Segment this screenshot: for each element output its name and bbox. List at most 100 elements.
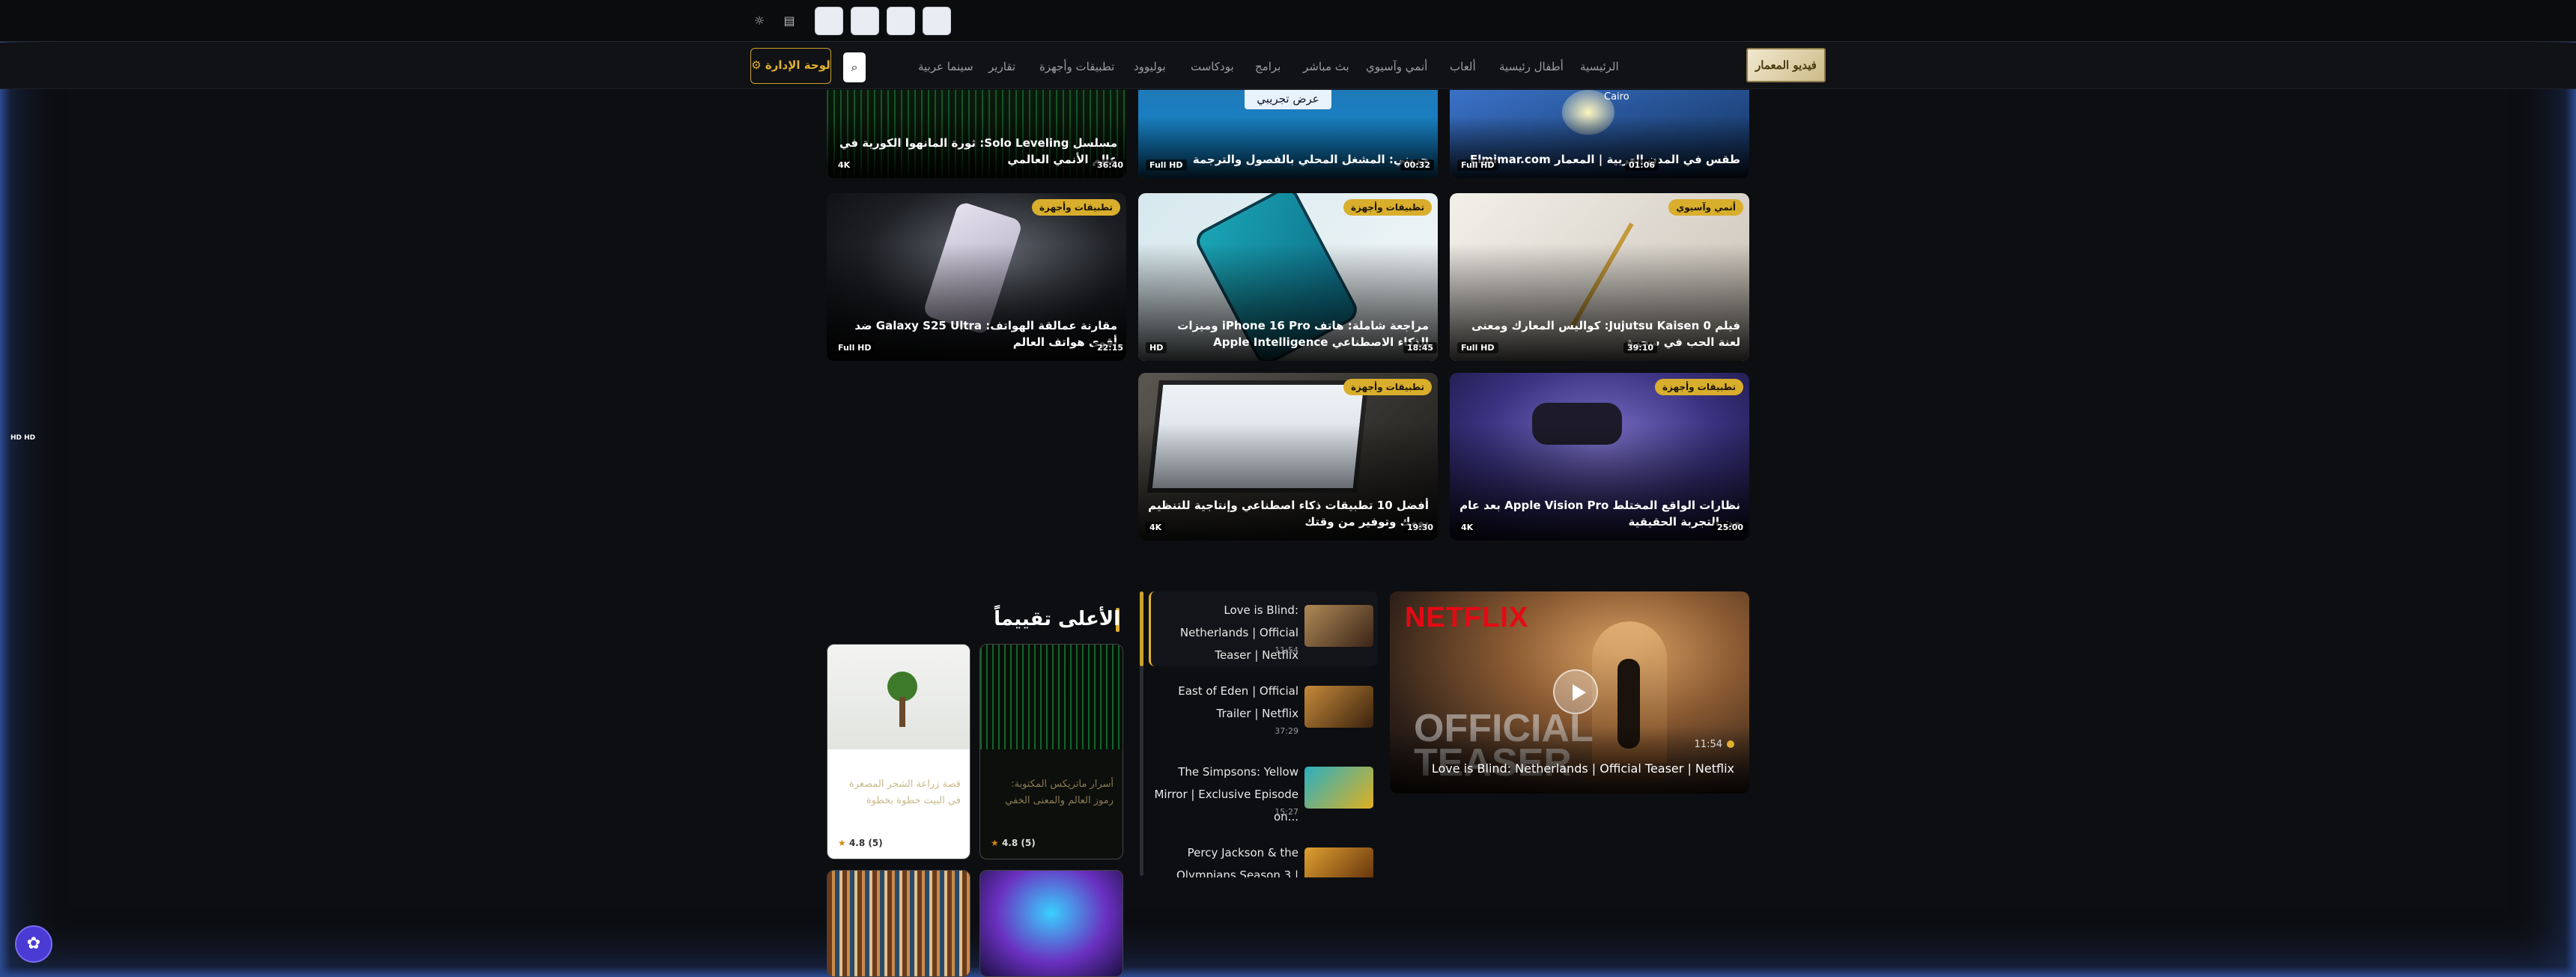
tile-rating: ★ 4.8 (5) <box>991 838 1036 848</box>
playlist-item[interactable]: The Simpsons: Yellow Mirror | Exclusive … <box>1149 753 1378 828</box>
play-button[interactable] <box>1553 669 1598 714</box>
video-card[interactable]: تطبيقات وأجهزة نظارات الواقع المختلط App… <box>1450 373 1749 541</box>
playlist-title: Percy Jackson & the Olympians Season 3 |… <box>1176 846 1298 877</box>
nav-item-kids[interactable]: أطفال رئيسية <box>1499 60 1564 73</box>
action-button-4[interactable] <box>923 7 951 35</box>
nav-item-arab-cinema[interactable]: سينما عربية <box>918 60 973 73</box>
matrix-thumbnail <box>980 645 1123 749</box>
star-icon: ★ <box>991 838 999 848</box>
playlist-duration: 15:27 <box>1275 807 1298 817</box>
playlist-thumbnail <box>1304 605 1373 647</box>
nav-item-games[interactable]: ألعاب <box>1450 60 1476 73</box>
quality-badge: HD <box>1146 342 1167 353</box>
playlist-item[interactable]: Love is Blind: Netherlands | Official Te… <box>1149 591 1378 666</box>
card-title: نظارات الواقع المختلط Apple Vision Pro ب… <box>1459 499 1740 529</box>
rated-tile[interactable]: قصة زراعة الشجر المصغرة في البيت خطوة بخ… <box>827 644 970 859</box>
duration-badge: 01:06 <box>1625 159 1659 171</box>
rated-tile[interactable] <box>827 870 970 977</box>
playlist-title: Love is Blind: Netherlands | Official Te… <box>1179 603 1298 662</box>
main-nav <box>0 43 2576 89</box>
card-title: مراجعة شاملة: هاتف iPhone 16 Pro وميزات … <box>1177 319 1429 349</box>
duration-badge: 25:00 <box>1713 522 1748 533</box>
nav-item-anime[interactable]: أنمي وآسيوي <box>1366 60 1427 73</box>
search-icon: ⌕ <box>851 60 858 74</box>
card-title: فيلم Jujutsu Kaisen 0: كواليس المعارك وم… <box>1471 319 1740 349</box>
tile-text: قصة زراعة الشجر المصغرة في البيت خطوة بخ… <box>848 779 961 806</box>
quality-badge: Full HD <box>1457 159 1498 171</box>
sun-icon[interactable]: ☼ <box>752 13 767 28</box>
video-player[interactable]: NETFLIX OFFICIAL TEASER 11:54 Love is Bl… <box>1390 591 1749 794</box>
action-button-2[interactable] <box>851 7 879 35</box>
demo-banner: عرض تجريبي <box>1245 90 1331 109</box>
nav-item-podcast[interactable]: بودكاست <box>1191 60 1234 73</box>
duration-badge: 19:30 <box>1403 522 1438 533</box>
duration-badge: 18:45 <box>1403 342 1438 353</box>
playlist: Love is Blind: Netherlands | Official Te… <box>1140 591 1378 877</box>
card-title: مسلسل Solo Leveling: ثورة المانهوا الكور… <box>839 136 1117 166</box>
section-title: الأعلى تقييماً <box>994 608 1120 630</box>
playlist-title: The Simpsons: Yellow Mirror | Exclusive … <box>1154 765 1298 824</box>
brand-logo: NETFLIX <box>1405 602 1529 633</box>
player-title: Love is Blind: Netherlands | Official Te… <box>1431 761 1734 776</box>
video-card[interactable]: تطبيقات وأجهزة أفضل 10 تطبيقات ذكاء اصطن… <box>1138 373 1438 541</box>
playlist-title: East of Eden | Official Trailer | Netfli… <box>1178 684 1298 720</box>
playlist-duration: 11:54 <box>1275 645 1298 655</box>
category-badge: تطبيقات وأجهزة <box>1343 199 1432 216</box>
video-card[interactable]: مسلسل Solo Leveling: ثورة المانهوا الكور… <box>827 90 1126 178</box>
search-button[interactable]: ⌕ <box>843 52 866 82</box>
playlist-thumbnail <box>1304 767 1373 809</box>
player-duration: 11:54 <box>1694 739 1722 750</box>
utility-bar: ☼ ▤ <box>0 0 2576 42</box>
video-card[interactable]: Cairo طقس في المدن العربية | المعمار Elm… <box>1450 90 1749 178</box>
edge-glow <box>0 0 10 977</box>
playlist-item[interactable]: Percy Jackson & the Olympians Season 3 |… <box>1149 834 1378 877</box>
tile-rating: ★ 4.8 (5) <box>838 838 883 848</box>
duration-badge: 39:10 <box>1623 342 1658 353</box>
playlist-thumbnail <box>1304 847 1373 877</box>
layout-icon[interactable]: ▤ <box>782 13 797 28</box>
action-button-3[interactable] <box>887 7 915 35</box>
category-badge: تطبيقات وأجهزة <box>1031 199 1120 216</box>
settings-button[interactable]: ✿ <box>15 925 52 963</box>
nav-item-apps[interactable]: تطبيقات وأجهزة <box>1039 60 1114 73</box>
site-logo[interactable]: فيديو المعمار <box>1746 48 1826 82</box>
nav-item-reports[interactable]: تقارير <box>988 60 1015 73</box>
category-badge: تطبيقات وأجهزة <box>1343 379 1432 395</box>
city-label: Cairo <box>1604 91 1629 103</box>
duration-badge: 22:15 <box>1093 342 1126 353</box>
quality-badge: Full HD <box>834 342 875 353</box>
playlist-thumbnail <box>1304 686 1373 728</box>
admin-dashboard-button[interactable]: ⚙ لوحة الإدارة <box>750 48 831 84</box>
rated-tile[interactable]: أسرار ماتريكس المكتوبة: رموز العالم والم… <box>979 644 1123 859</box>
tile-text: أسرار ماتريكس المكتوبة: رموز العالم والم… <box>1005 779 1114 806</box>
player-shade <box>1390 726 1749 794</box>
edge-glow <box>2566 0 2576 977</box>
video-card[interactable]: تطبيقات وأجهزة مراجعة شاملة: هاتف iPhone… <box>1138 193 1438 361</box>
action-button-1[interactable] <box>815 7 843 35</box>
card-title: طقس في المدن العربية | المعمار Elmimar.c… <box>1470 153 1740 166</box>
gear-icon: ✿ <box>26 934 41 953</box>
playlist-item[interactable]: East of Eden | Official Trailer | Netfli… <box>1149 672 1378 747</box>
category-badge: تطبيقات وأجهزة <box>1654 379 1743 395</box>
card-title: مقارنة عمالقة الهواتف: Galaxy S25 Ultra … <box>854 319 1117 349</box>
tree-thumbnail <box>827 645 970 749</box>
quality-badge: 4K <box>1146 522 1166 533</box>
gear-icon: ⚙ <box>751 58 765 72</box>
quality-badge: Full HD <box>1146 159 1187 171</box>
quality-badge: Full HD <box>1457 342 1498 353</box>
nav-item-live[interactable]: بث مباشر <box>1303 60 1349 73</box>
card-title: جربني: المشغل المحلي بالفصول والترجمة <box>1192 153 1429 166</box>
nav-item-bollywood[interactable]: بوليوود <box>1134 60 1166 73</box>
page: ☼ ▤ فيديو المعمار الرئيسية أطفال رئيسية … <box>0 0 2576 977</box>
video-card[interactable]: عرض تجريبي جربني: المشغل المحلي بالفصول … <box>1138 90 1438 178</box>
video-card[interactable]: أنمي وآسيوي فيلم Jujutsu Kaisen 0: كوالي… <box>1450 193 1749 361</box>
rated-tile[interactable] <box>979 870 1123 977</box>
video-card[interactable]: تطبيقات وأجهزة مقارنة عمالقة الهواتف: Ga… <box>827 193 1126 361</box>
quality-badge: 4K <box>834 159 854 171</box>
nav-item-programs[interactable]: برامج <box>1255 60 1281 73</box>
trunk-graphic <box>899 697 905 727</box>
admin-label: لوحة الإدارة <box>765 58 830 72</box>
quality-badge: 4K <box>1457 522 1477 533</box>
card-title: أفضل 10 تطبيقات ذكاء اصطناعي وإنتاجية لل… <box>1148 499 1429 529</box>
nav-item-home[interactable]: الرئيسية <box>1580 60 1619 73</box>
